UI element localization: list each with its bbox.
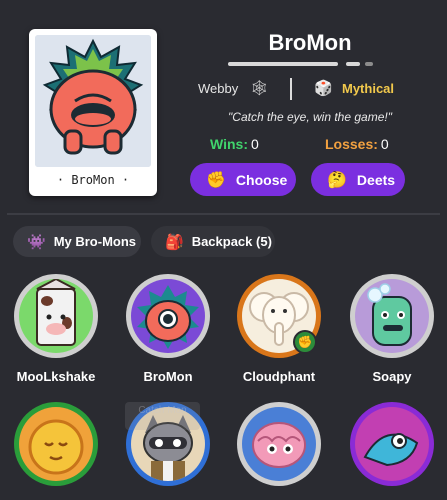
meta-divider	[290, 78, 292, 100]
avatar	[355, 279, 429, 353]
type-label: Webby	[198, 81, 239, 96]
avatar	[19, 279, 93, 353]
collection-item[interactable]	[6, 396, 106, 500]
mon-quote: "Catch the eye, win the game!"	[228, 110, 392, 124]
deets-label: Deets	[356, 171, 396, 188]
alien-monster-icon: 👾	[27, 233, 46, 251]
fist-icon: ✊	[206, 171, 226, 189]
spiderweb-icon: 🕸	[250, 80, 270, 97]
tab-label: My Bro-Mons	[53, 234, 137, 249]
avatar-ring	[126, 274, 210, 358]
choose-label: Choose	[235, 171, 288, 188]
losses-label: Losses:	[325, 136, 378, 152]
tab-backpack[interactable]: 🎒 Backpack (5)	[151, 226, 275, 257]
level-progress-bar	[228, 62, 338, 66]
bromon-collection-grid: MooLkshake BroMon ✊ Cloudphant Soapy	[0, 268, 447, 500]
wins-value: 0	[250, 136, 259, 152]
tab-my-bro-mons[interactable]: 👾 My Bro-Mons	[13, 226, 141, 257]
avatar-ring	[350, 402, 434, 486]
collection-item-cloudphant[interactable]: ✊ Cloudphant	[229, 268, 329, 388]
avatar	[19, 407, 93, 481]
mon-header: · BroMon · BroMon Webby 🕸 🎲 Mythical "Ca…	[0, 0, 447, 212]
collection-item[interactable]	[229, 396, 329, 500]
mon-name: BroMon	[268, 30, 352, 55]
card-name: · BroMon ·	[56, 173, 130, 187]
fist-badge-icon: ✊	[293, 330, 317, 354]
losses-stat: Losses: 0	[325, 136, 389, 152]
hover-tooltip: Catch Mon	[125, 402, 200, 430]
wins-label: Wins:	[210, 136, 248, 152]
item-name: Soapy	[372, 369, 412, 384]
deets-button[interactable]: 🤔 Deets	[311, 163, 405, 196]
avatar	[355, 407, 429, 481]
thinking-face-icon: 🤔	[327, 171, 347, 189]
backpack-icon: 🎒	[165, 233, 184, 251]
level-progress-segment	[365, 62, 373, 66]
avatar	[131, 279, 205, 353]
dice-icon: 🎲	[314, 80, 333, 97]
avatar-ring	[350, 274, 434, 358]
losses-value: 0	[380, 136, 389, 152]
collection-item-moolkshake[interactable]: MooLkshake	[6, 268, 106, 388]
mon-card: · BroMon ·	[29, 29, 157, 196]
mon-meta: Webby 🕸 🎲 Mythical	[190, 78, 430, 100]
level-progress-segment	[346, 62, 360, 66]
avatar-ring	[14, 402, 98, 486]
avatar-ring	[237, 402, 321, 486]
avatar-ring	[14, 274, 98, 358]
collection-item-bromon[interactable]: BroMon	[118, 268, 218, 388]
choose-button[interactable]: ✊ Choose	[190, 163, 296, 196]
avatar	[242, 407, 316, 481]
collection-item-soapy[interactable]: Soapy	[342, 268, 442, 388]
wins-stat: Wins: 0	[210, 136, 259, 152]
item-name: MooLkshake	[16, 369, 96, 384]
item-name: Cloudphant	[242, 369, 316, 384]
item-name: BroMon	[143, 369, 193, 384]
collection-item[interactable]	[342, 396, 442, 500]
bromon-card-art	[35, 35, 151, 167]
tab-label: Backpack (5)	[191, 234, 272, 249]
rarity-label: Mythical	[342, 81, 395, 96]
section-divider	[7, 213, 440, 215]
